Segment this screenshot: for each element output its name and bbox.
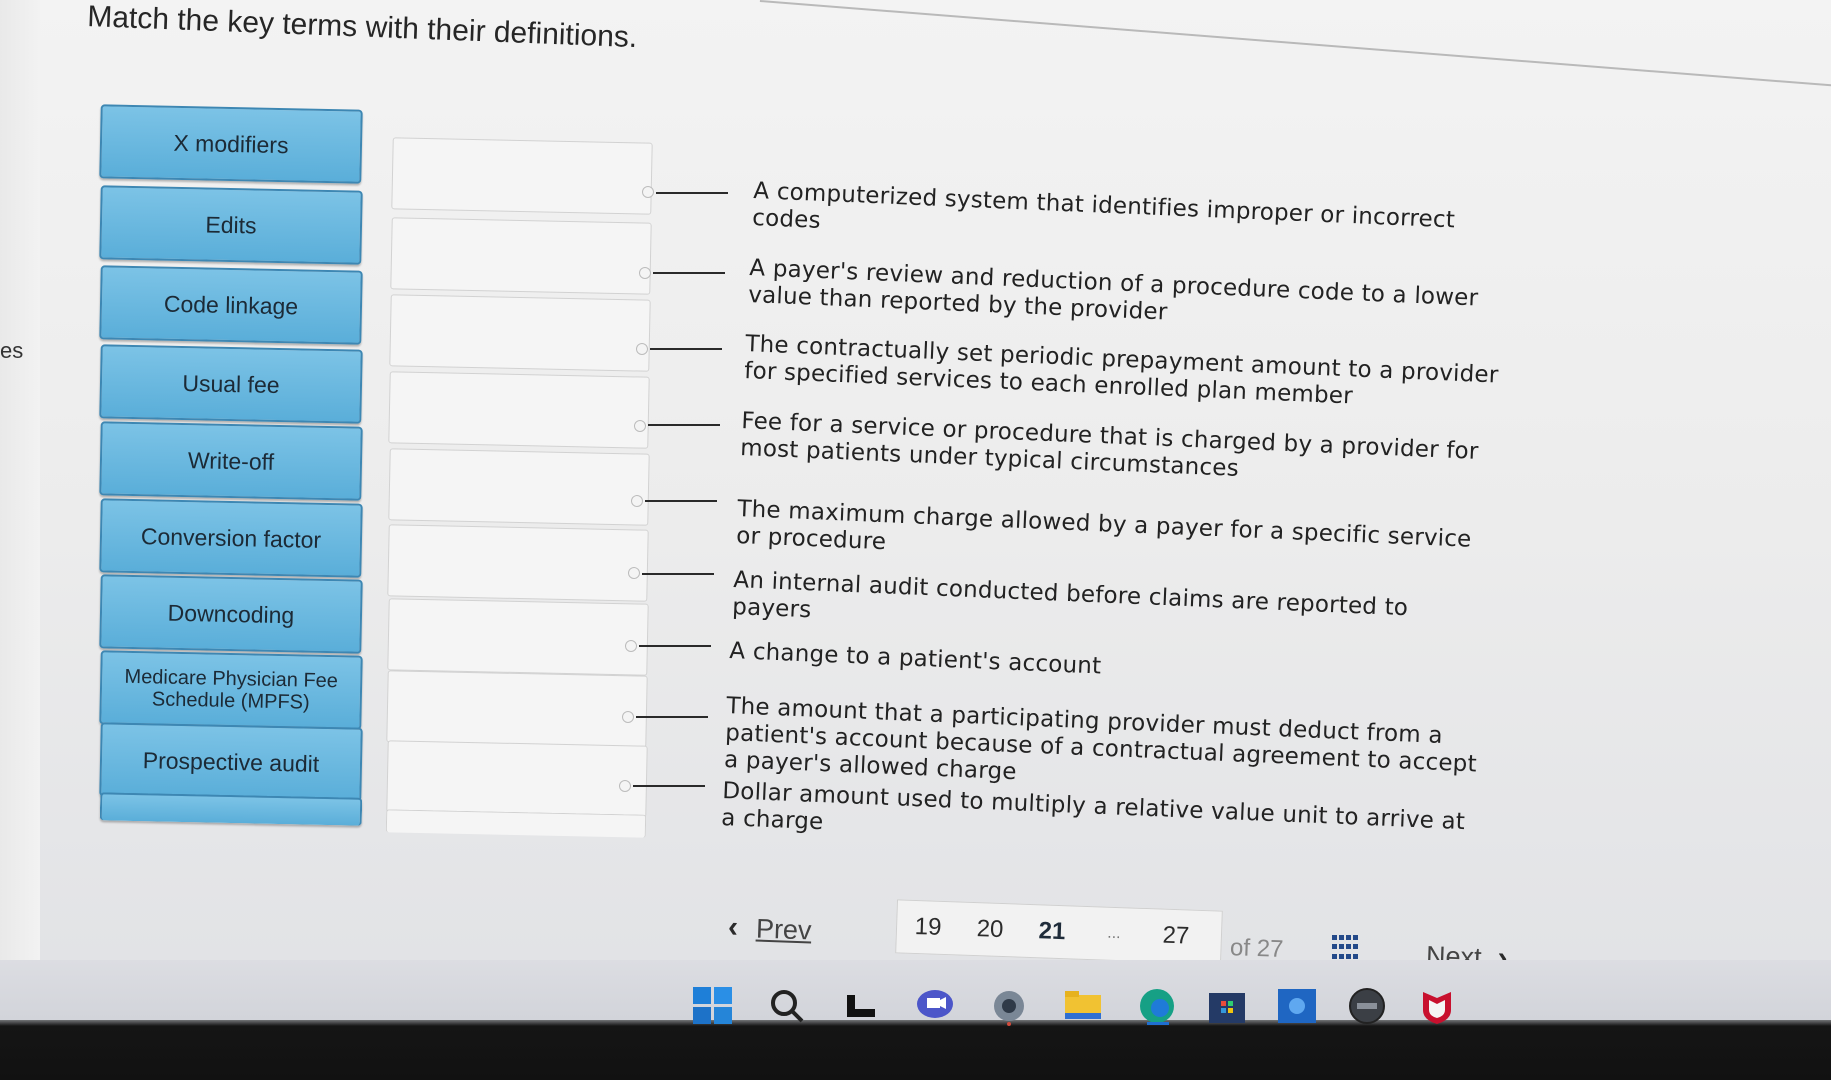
definition-3: The contractually set periodic prepaymen… <box>743 331 1499 410</box>
definition-1: A computerized system that identifies im… <box>751 178 1456 234</box>
page-link-20[interactable]: 20 <box>959 915 1022 945</box>
connector-line <box>653 272 725 274</box>
page-total-label: of 27 <box>1229 934 1284 960</box>
connector-dot <box>634 420 646 432</box>
term-code-linkage[interactable]: Code linkage <box>99 265 363 345</box>
connector-line <box>656 192 728 194</box>
drop-target-9[interactable] <box>386 740 648 818</box>
drop-target-10[interactable] <box>385 809 647 838</box>
connector-line <box>648 424 720 426</box>
drop-target-2[interactable] <box>390 217 652 295</box>
mcafee-icon[interactable] <box>1416 985 1458 1027</box>
next-button[interactable]: Next › <box>1425 939 1509 960</box>
term-downcoding[interactable]: Downcoding <box>99 574 363 654</box>
file-explorer-icon[interactable] <box>1062 985 1104 1027</box>
connector-line <box>645 500 717 502</box>
drop-target-3[interactable] <box>389 294 651 372</box>
microsoft-store-icon[interactable] <box>1206 985 1248 1027</box>
windows-start-icon[interactable] <box>692 985 734 1027</box>
page-link-19[interactable]: 19 <box>897 912 960 942</box>
search-icon[interactable] <box>766 985 808 1027</box>
page-ellipsis: ... <box>1107 924 1121 943</box>
connector-line <box>650 348 722 350</box>
drop-target-7[interactable] <box>387 598 649 676</box>
page-link-27[interactable]: 27 <box>1144 921 1207 951</box>
page-selector: 19 20 21 ... 27 <box>895 899 1223 960</box>
connector-line <box>633 785 705 787</box>
prev-label: Prev <box>755 913 813 945</box>
dell-icon[interactable] <box>1346 985 1388 1027</box>
chat-icon[interactable] <box>914 985 956 1027</box>
term-write-off[interactable]: Write-off <box>99 421 363 501</box>
term-mpfs[interactable]: Medicare Physician Fee Schedule (MPFS) <box>99 650 363 730</box>
drop-target-1[interactable] <box>391 137 653 215</box>
left-edge-text: es <box>0 338 24 363</box>
connector-dot <box>636 343 648 355</box>
connector-dot <box>642 186 654 198</box>
term-partial[interactable] <box>99 792 363 826</box>
connector-dot <box>631 495 643 507</box>
page-link-21-current[interactable]: 21 <box>1021 917 1084 947</box>
definition-4: Fee for a service or procedure that is c… <box>739 408 1480 482</box>
chevron-right-icon: › <box>1496 941 1509 960</box>
chevron-left-icon: ‹ <box>727 910 739 944</box>
connector-dot <box>639 267 651 279</box>
term-usual-fee[interactable]: Usual fee <box>99 344 363 424</box>
term-edits[interactable]: Edits <box>99 185 363 265</box>
settings-icon[interactable] <box>988 985 1030 1027</box>
connector-dot <box>622 711 634 723</box>
grid-view-icon[interactable] <box>1332 935 1360 960</box>
prev-button[interactable]: ‹ Prev <box>727 911 812 948</box>
task-view-icon[interactable] <box>840 985 882 1027</box>
term-conversion-factor[interactable]: Conversion factor <box>99 498 363 578</box>
left-edge-panel <box>0 0 40 960</box>
drop-target-4[interactable] <box>388 371 650 449</box>
next-label: Next <box>1425 940 1483 960</box>
connector-dot <box>628 567 640 579</box>
term-prospective-audit[interactable]: Prospective audit <box>99 722 363 802</box>
drop-target-6[interactable] <box>387 524 649 602</box>
mail-icon[interactable] <box>1276 985 1318 1027</box>
drop-target-8[interactable] <box>386 670 648 748</box>
term-x-modifiers[interactable]: X modifiers <box>99 104 363 184</box>
connector-dot <box>619 780 631 792</box>
definition-5: The maximum charge allowed by a payer fo… <box>735 496 1472 556</box>
screen: es Match the key terms with their defini… <box>0 0 1831 960</box>
edge-browser-icon[interactable] <box>1136 985 1178 1027</box>
connector-line <box>636 716 708 718</box>
connector-line <box>639 645 711 647</box>
page-title: Match the key terms with their definitio… <box>86 0 638 55</box>
definition-2: A payer's review and reduction of a proc… <box>747 255 1479 326</box>
top-divider <box>759 0 1831 97</box>
connector-dot <box>625 640 637 652</box>
definition-6: An internal audit conducted before claim… <box>731 567 1409 624</box>
drop-target-5[interactable] <box>388 448 650 526</box>
connector-line <box>642 573 714 575</box>
